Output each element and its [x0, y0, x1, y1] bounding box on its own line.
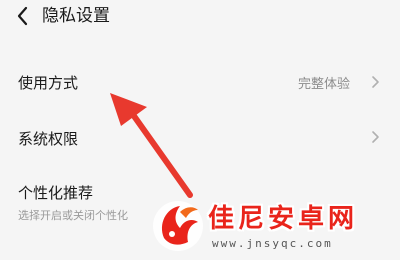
usage-mode-value: 完整体验: [297, 77, 350, 92]
chevron-right-icon: [372, 131, 379, 143]
personalized-recommend-label: 个性化推荐: [18, 184, 94, 202]
chevron-right-icon: [372, 76, 379, 88]
usage-mode-label: 使用方式: [18, 74, 79, 92]
privacy-settings-screen: 隐私设置 使用方式 完整体验 系统权限 个性化推荐 选择开启或关闭个性化 佳尼安…: [0, 0, 400, 260]
chevron-left-icon: [17, 6, 28, 26]
personalized-recommend-description: 选择开启或关闭个性化: [18, 209, 128, 222]
phoenix-logo-icon: [153, 201, 203, 251]
system-permissions-row[interactable]: 系统权限: [0, 116, 400, 160]
page-title: 隐私设置: [42, 6, 110, 26]
watermark-title: 佳尼安卓网: [208, 204, 359, 234]
watermark-url: www.jnsyqc.com: [212, 237, 333, 250]
usage-mode-row[interactable]: 使用方式 完整体验: [0, 60, 400, 104]
back-button[interactable]: [14, 4, 34, 28]
top-bar: 隐私设置: [0, 0, 400, 34]
site-watermark: 佳尼安卓网 www.jnsyqc.com: [150, 190, 400, 260]
system-permissions-label: 系统权限: [18, 130, 79, 148]
